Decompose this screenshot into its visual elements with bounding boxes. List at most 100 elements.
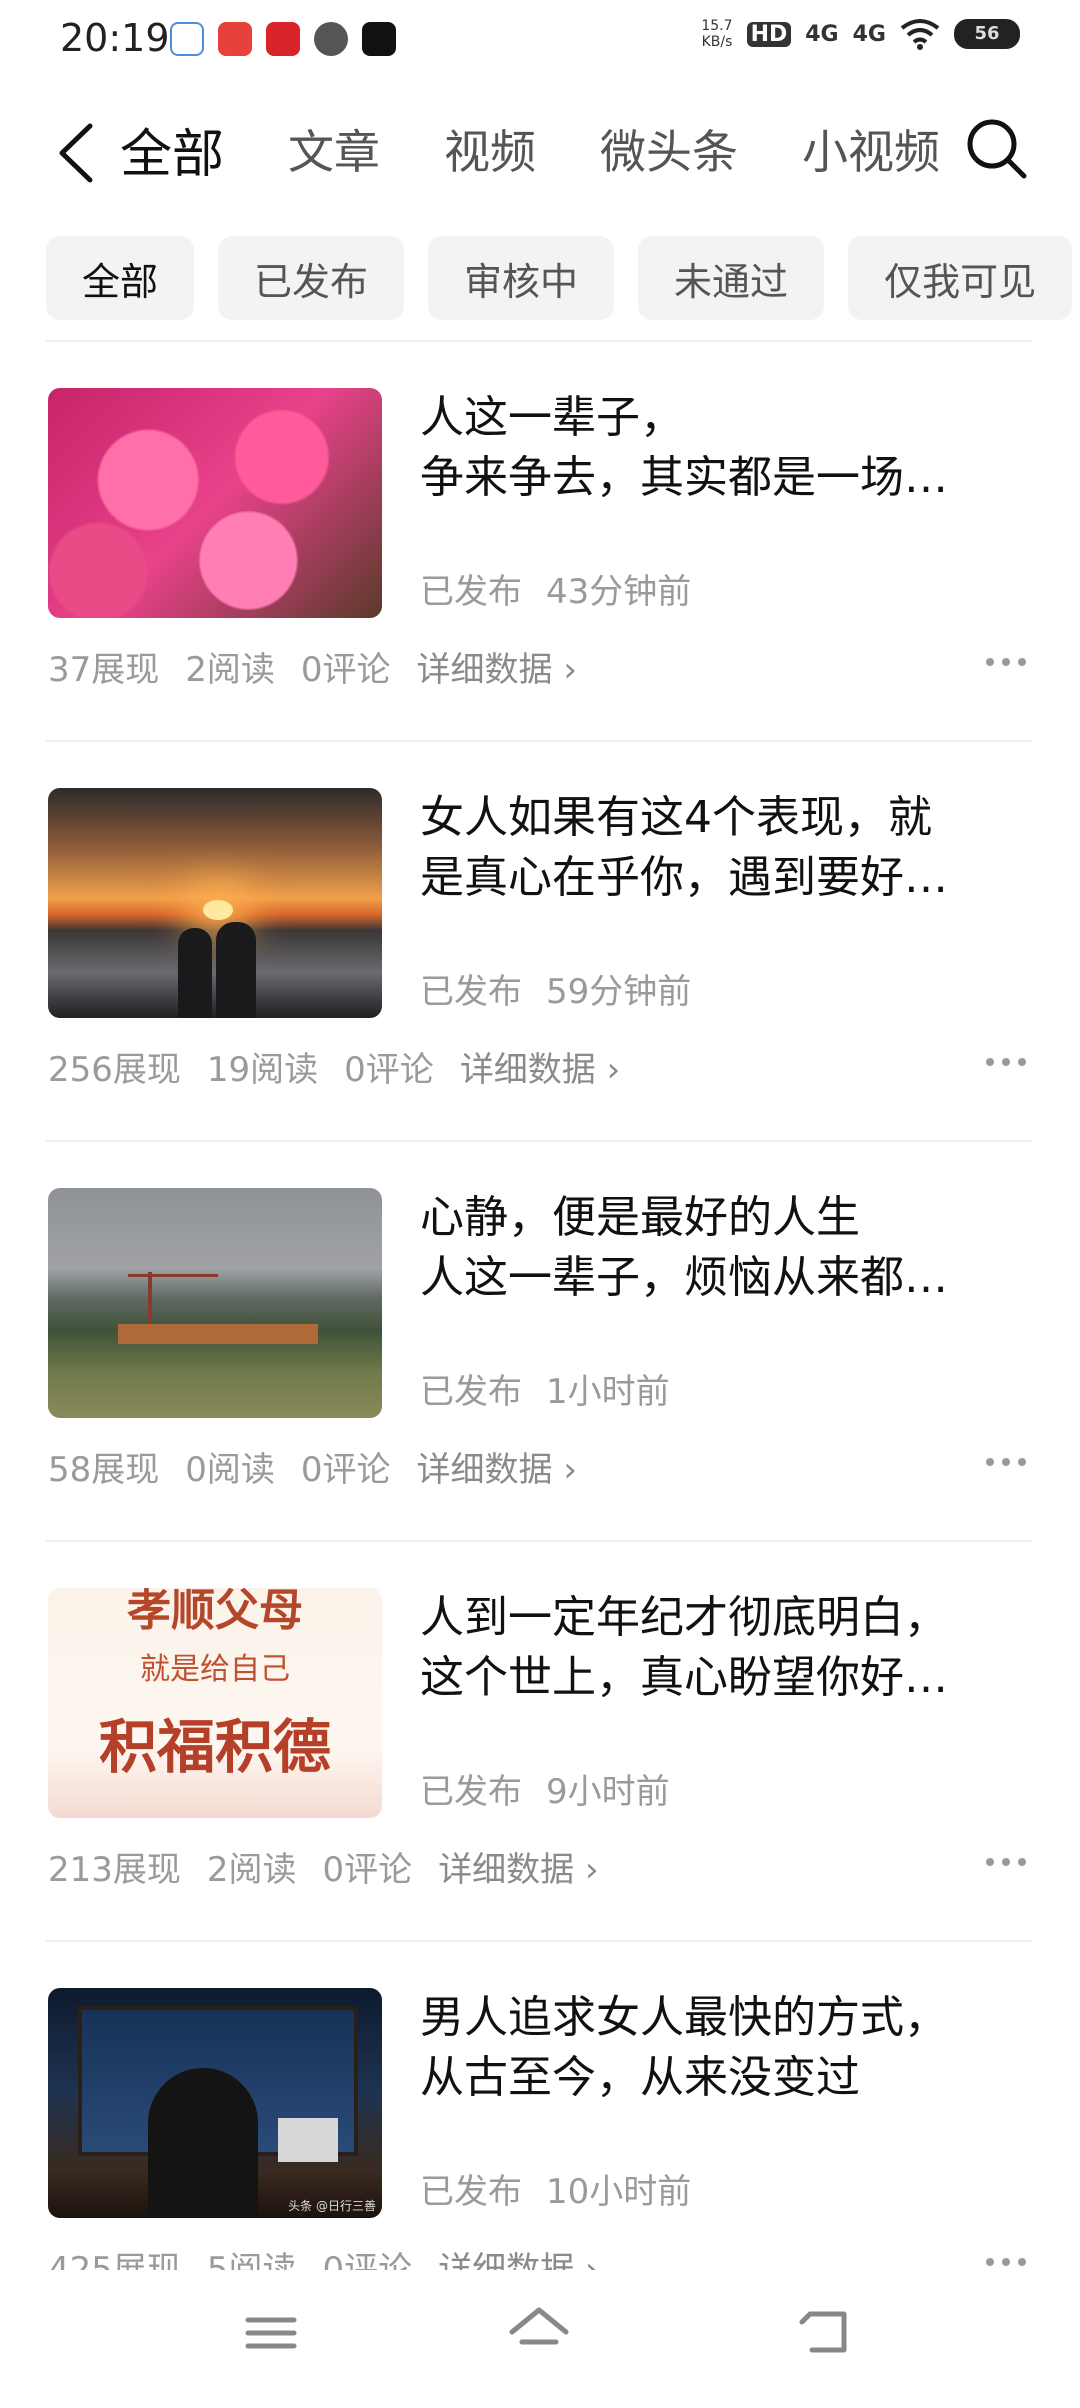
list-item[interactable]: 人这一辈子， 争来争去，其实都是一场… 已发布 43分钟前 37展现 2阅读 0评论详…: [0, 388, 1080, 788]
wifi-icon: [900, 19, 940, 50]
more-options-icon[interactable]: [986, 1452, 1032, 1472]
title-line-2: 从古至今，从来没变过: [420, 2052, 860, 2103]
weather-icon: [170, 22, 204, 56]
detail-data-link[interactable]: 详细数据 ›: [417, 1450, 577, 1490]
filter-rejected[interactable]: 未通过: [638, 236, 825, 320]
article-title[interactable]: 女人如果有这4个表现，就 是真心在乎你，遇到要好…: [420, 788, 1030, 908]
views-count: 213展现: [48, 1850, 181, 1890]
back-arrow-icon[interactable]: [50, 118, 110, 188]
article-stats: 256展现 19阅读 0评论 详细数据 ›: [48, 1042, 646, 1091]
publish-time: 1小时前: [546, 1372, 670, 1412]
reads-count: 19阅读: [206, 1050, 319, 1090]
views-count: 37展现: [48, 650, 160, 690]
publish-status: 已发布: [420, 2172, 522, 2212]
filter-private[interactable]: 仅我可见: [848, 236, 1073, 320]
battery-level: 56: [974, 23, 1000, 44]
monitor-shape: [278, 2118, 338, 2162]
couple-silhouette: [178, 928, 212, 1018]
menu-icon[interactable]: [236, 2298, 306, 2368]
publish-time: 10小时前: [546, 2172, 692, 2212]
title-line-1: 人到一定年纪才彻底明白，: [420, 1592, 948, 1643]
article-meta: 已发布 10小时前: [420, 2164, 715, 2213]
divider: [46, 740, 1032, 742]
detail-label: 详细数据: [416, 650, 553, 690]
home-icon[interactable]: [504, 2298, 574, 2368]
title-line-2: 争来争去，其实都是一场…: [420, 452, 948, 503]
list-item[interactable]: 孝顺父母 就是给自己 积福积德 人到一定年纪才彻底明白， 这个世上，真心盼望你好…: [0, 1588, 1080, 1988]
crane-shape: [128, 1274, 218, 1277]
tab-videos[interactable]: 视频: [444, 116, 536, 182]
views-count: 256展现: [48, 1050, 181, 1090]
system-nav-bar: [0, 2270, 1080, 2408]
detail-data-link[interactable]: 详细数据 ›: [417, 650, 577, 690]
crane-shape: [148, 1272, 152, 1332]
article-title[interactable]: 心静，便是最好的人生 人这一辈子，烦恼从来都…: [420, 1188, 1030, 1308]
publish-status: 已发布: [420, 572, 522, 612]
article-meta: 已发布 1小时前: [420, 1364, 694, 1413]
news-icon: [266, 22, 300, 56]
more-options-icon[interactable]: [986, 1852, 1032, 1872]
title-line-2: 是真心在乎你，遇到要好…: [420, 852, 948, 903]
more-options-icon[interactable]: [986, 1052, 1032, 1072]
signal-2: 4G: [852, 21, 886, 47]
article-thumbnail[interactable]: [48, 388, 382, 618]
views-count: 58展现: [48, 1450, 160, 1490]
thumb-text-2: 就是给自己: [140, 1652, 290, 1687]
filter-under-review[interactable]: 审核中: [428, 236, 615, 320]
thumb-watermark: 头条 @日行三善: [288, 2199, 376, 2213]
tab-articles[interactable]: 文章: [288, 116, 380, 182]
list-item[interactable]: 心静，便是最好的人生 人这一辈子，烦恼从来都… 已发布 1小时前 58展现 0阅读 0…: [0, 1188, 1080, 1588]
list-item[interactable]: 女人如果有这4个表现，就 是真心在乎你，遇到要好… 已发布 59分钟前 256展现…: [0, 788, 1080, 1188]
comments-count: 0评论: [344, 1050, 434, 1090]
comments-count: 0评论: [300, 1450, 391, 1490]
title-line-1: 男人追求女人最快的方式，: [420, 1992, 948, 2043]
article-thumbnail[interactable]: 孝顺父母 就是给自己 积福积德: [48, 1588, 382, 1818]
chat-icon: [314, 22, 348, 56]
toutiao-icon: [218, 22, 252, 56]
article-stats: 213展现 2阅读 0评论 详细数据 ›: [48, 1842, 625, 1891]
tab-micro-posts[interactable]: 微头条: [600, 116, 738, 182]
article-meta: 已发布 59分钟前: [420, 964, 715, 1013]
search-icon[interactable]: [962, 114, 1032, 184]
chevron-right-icon: ›: [563, 650, 577, 690]
content-tab-header: 全部 文章 视频 微头条 小视频: [0, 100, 1080, 200]
divider: [46, 1940, 1032, 1942]
detail-data-link[interactable]: 详细数据 ›: [438, 1850, 598, 1890]
divider: [46, 340, 1032, 342]
title-line-2: 人这一辈子，烦恼从来都…: [420, 1252, 948, 1303]
filter-all[interactable]: 全部: [46, 236, 195, 320]
title-line-1: 人这一辈子，: [420, 392, 684, 443]
publish-status: 已发布: [420, 972, 522, 1012]
status-bar: 20:19 15.7 KB/s HD 4G 4G 56: [0, 0, 1080, 80]
person-silhouette: [148, 2068, 258, 2218]
net-speed-unit: KB/s: [701, 34, 733, 50]
more-options-icon[interactable]: [986, 652, 1032, 672]
article-stats: 58展现 0阅读 0评论 详细数据 ›: [48, 1442, 603, 1491]
article-thumbnail[interactable]: [48, 788, 382, 1018]
article-meta: 已发布 43分钟前: [420, 564, 715, 613]
divider: [46, 1540, 1032, 1542]
title-line-1: 心静，便是最好的人生: [420, 1192, 860, 1243]
tab-short-videos[interactable]: 小视频: [802, 116, 940, 182]
signal-1: 4G: [805, 21, 839, 47]
article-title[interactable]: 人这一辈子， 争来争去，其实都是一场…: [420, 388, 1030, 508]
thumb-text-1: 孝顺父母: [127, 1588, 303, 1636]
article-thumbnail[interactable]: [48, 1188, 382, 1418]
article-title[interactable]: 人到一定年纪才彻底明白， 这个世上，真心盼望你好…: [420, 1588, 1030, 1708]
publish-time: 9小时前: [546, 1772, 670, 1812]
back-nav-icon[interactable]: [790, 2298, 860, 2368]
more-options-icon[interactable]: [986, 2252, 1032, 2272]
battery-indicator: 56: [954, 19, 1020, 49]
filter-published[interactable]: 已发布: [218, 236, 405, 320]
divider: [46, 1140, 1032, 1142]
comments-count: 0评论: [300, 650, 391, 690]
douyin-icon: [362, 22, 396, 56]
detail-data-link[interactable]: 详细数据 ›: [460, 1050, 620, 1090]
publish-time: 43分钟前: [546, 572, 692, 612]
article-title[interactable]: 男人追求女人最快的方式， 从古至今，从来没变过: [420, 1988, 1030, 2108]
publish-time: 59分钟前: [546, 972, 692, 1012]
tab-all[interactable]: 全部: [120, 112, 224, 187]
title-line-2: 这个世上，真心盼望你好…: [420, 1652, 948, 1703]
article-thumbnail[interactable]: 头条 @日行三善: [48, 1988, 382, 2218]
comments-count: 0评论: [322, 1850, 413, 1890]
